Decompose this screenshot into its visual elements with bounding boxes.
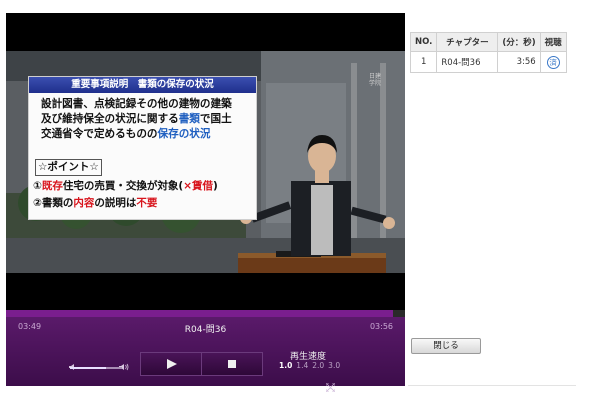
- speed-option[interactable]: 3.0: [328, 361, 340, 370]
- col-header-no: NO.: [409, 32, 438, 52]
- chapter-table: NO. チャプター (分：秒) 視聴 1 R04-問36 3:56 済: [409, 32, 567, 73]
- volume-slider-fill: [70, 367, 107, 369]
- close-button[interactable]: 閉じる: [411, 338, 481, 354]
- slide-rule-1: ①既存住宅の売買・交換が対象(×賃借): [33, 180, 218, 192]
- video-title: R04-問36: [184, 325, 227, 335]
- chapter-time: 3:56: [497, 51, 541, 73]
- video-frame[interactable]: 日建学院 重要事項説明 書類の保存の状況 設計図書、点検記録その他の建物の建築 …: [6, 13, 405, 310]
- total-time: 03:56: [369, 322, 393, 331]
- stop-icon: [228, 360, 236, 368]
- slide-line-2: 及び維持保全の状況に関する書類で国土: [41, 113, 232, 125]
- chapter-title[interactable]: R04-問36: [436, 51, 499, 73]
- control-bar: 03:49 R04-問36 03:56 再生速度 1.0 1.4 2.0 3.0: [6, 317, 405, 393]
- watched-icon: 済: [546, 55, 560, 69]
- slide-heading: 重要事項説明 書類の保存の状況: [29, 77, 256, 93]
- slide-line-3: 交通省令で定めるものの保存の状況: [41, 128, 211, 140]
- slide-line-1: 設計図書、点検記録その他の建物の建築: [41, 98, 232, 110]
- play-icon: [167, 359, 177, 369]
- speed-option[interactable]: 1.0: [279, 361, 292, 370]
- speed-option[interactable]: 2.0: [312, 361, 324, 370]
- slide-rule-2: ②書類の内容の説明は不要: [33, 197, 158, 209]
- slide-point-label: ☆ポイント☆: [35, 159, 102, 176]
- speed-option[interactable]: 1.4: [296, 361, 308, 370]
- fullscreen-icon[interactable]: [325, 377, 336, 396]
- col-header-watched: 視聴: [539, 32, 567, 52]
- volume-slider[interactable]: [70, 367, 122, 369]
- seek-bar[interactable]: [6, 310, 405, 317]
- chapter-no: 1: [409, 51, 438, 73]
- col-header-chapter: チャプター: [436, 32, 499, 52]
- play-button[interactable]: [140, 352, 202, 376]
- stop-button[interactable]: [201, 352, 263, 376]
- seek-bar-fill: [6, 310, 394, 317]
- chapter-table-header: NO. チャプター (分：秒) 視聴: [409, 32, 567, 52]
- chapter-row[interactable]: 1 R04-問36 3:56 済: [409, 51, 567, 73]
- col-header-time: (分：秒): [497, 32, 541, 52]
- playback-speed-options: 1.0 1.4 2.0 3.0: [279, 361, 344, 370]
- video-player[interactable]: 日建学院 重要事項説明 書類の保存の状況 設計図書、点検記録その他の建物の建築 …: [6, 13, 405, 393]
- divider: [408, 385, 576, 386]
- lecture-slide: 重要事項説明 書類の保存の状況 設計図書、点検記録その他の建物の建築 及び維持保…: [28, 76, 257, 220]
- logo-watermark: 日建学院: [368, 73, 381, 87]
